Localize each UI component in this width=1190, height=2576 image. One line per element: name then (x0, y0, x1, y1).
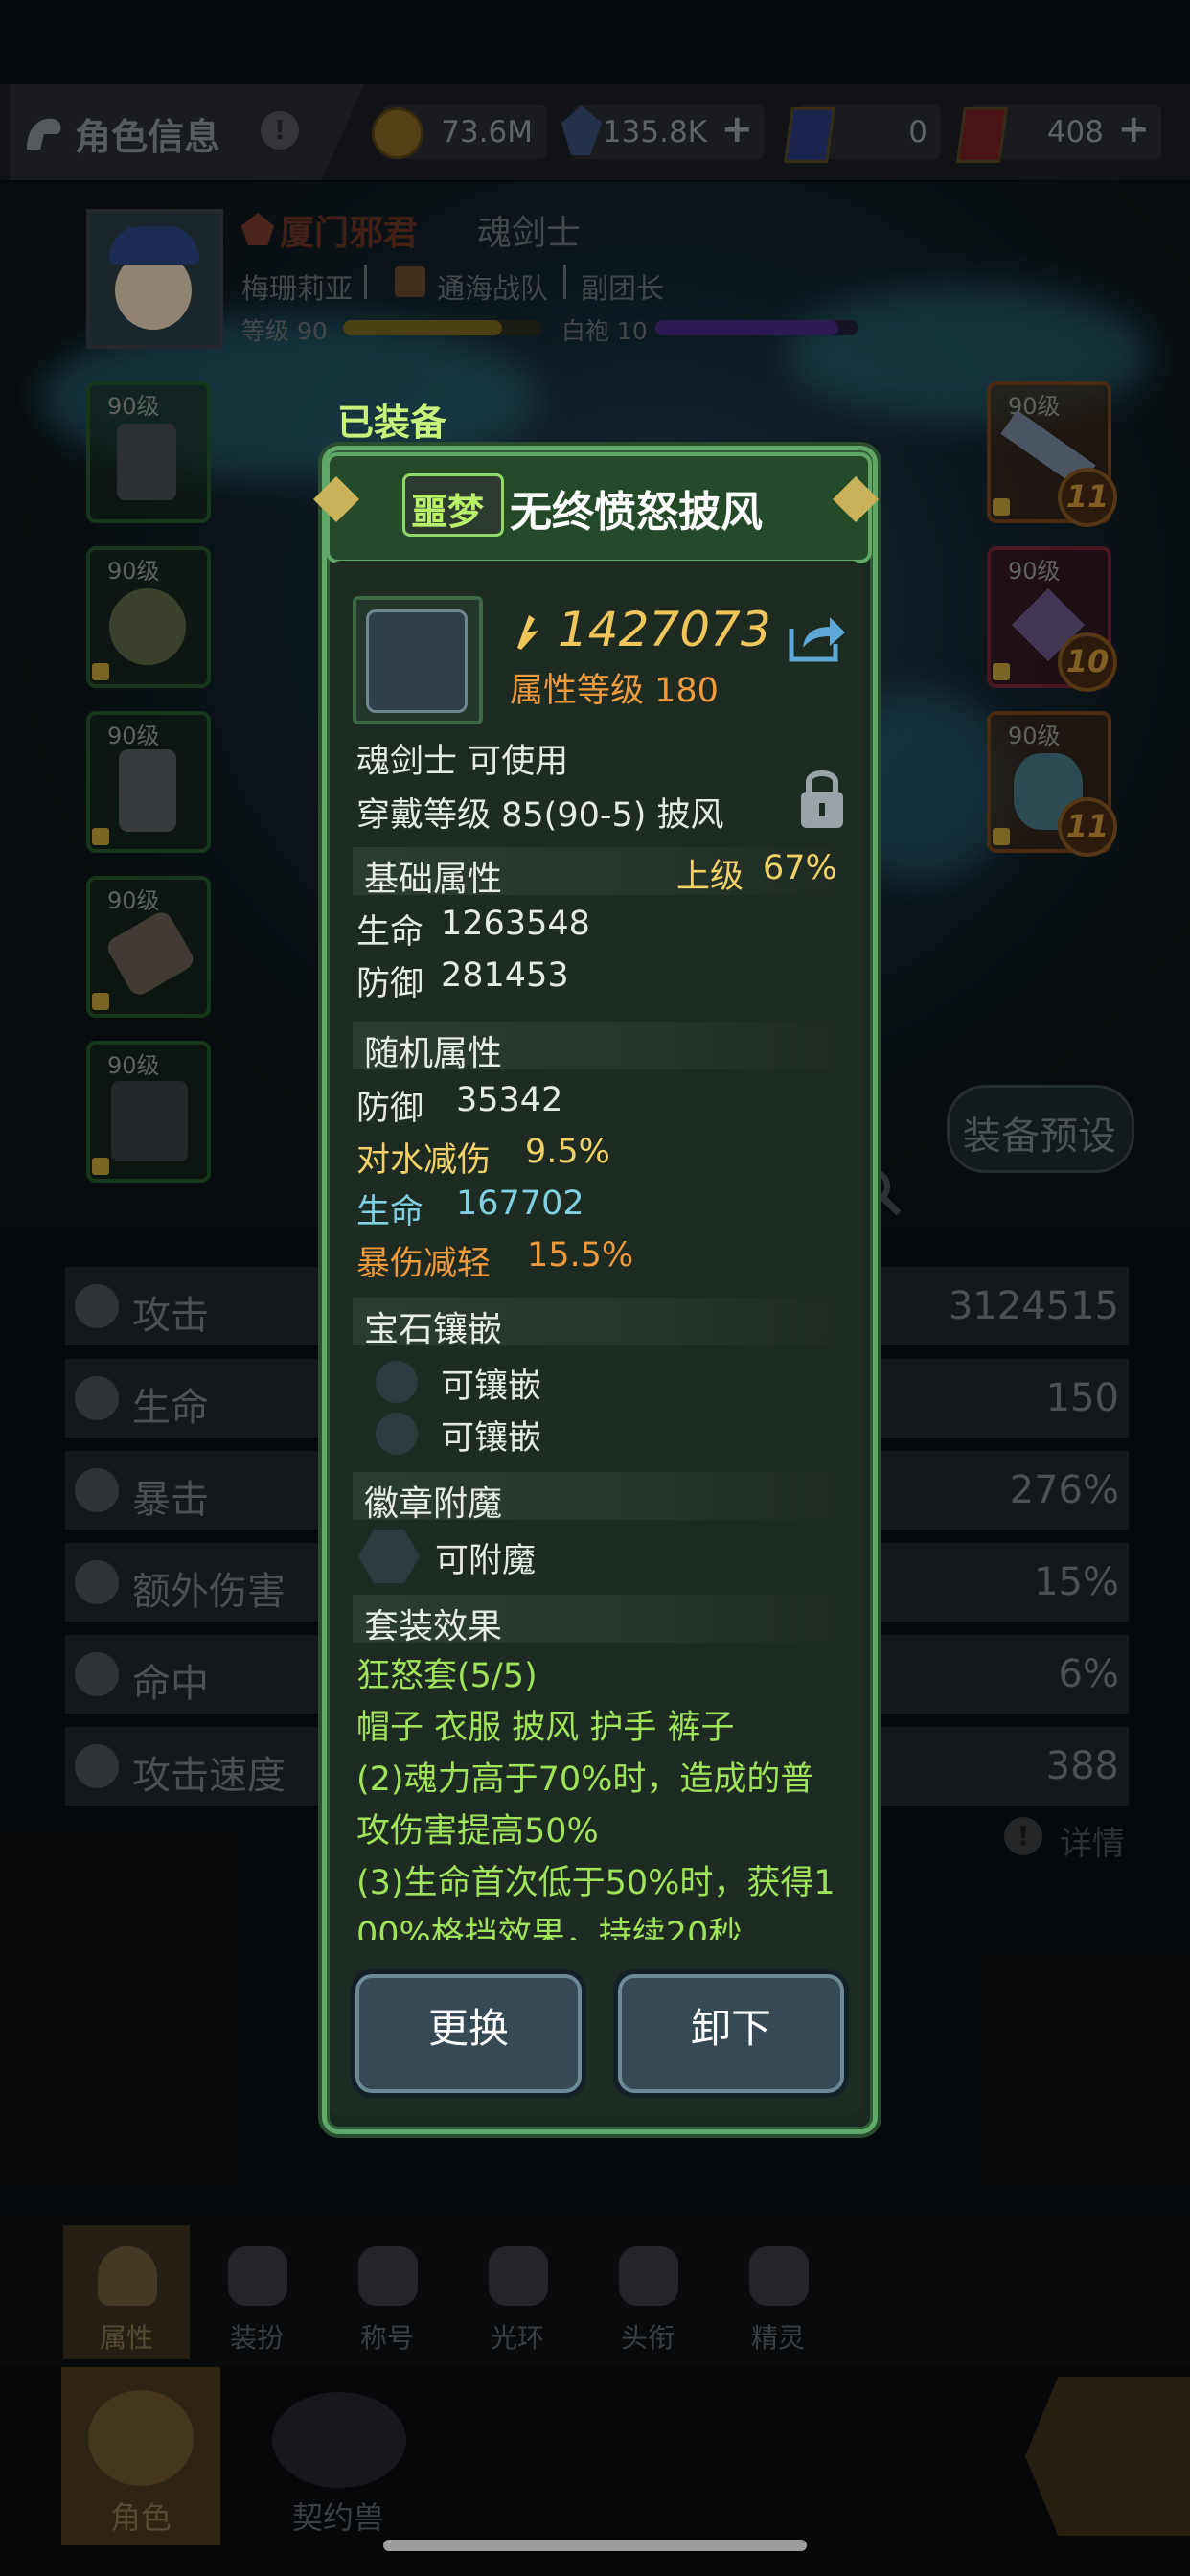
section-gem: 宝石镶嵌 (353, 1298, 835, 1349)
unequip-button[interactable]: 卸下 (613, 1969, 849, 2098)
random-stat-value: 35342 (456, 1081, 563, 1119)
random-stat-name: 对水减伤 (356, 1141, 492, 1180)
gem-socket-icon[interactable] (376, 1361, 418, 1403)
section-emblem: 徽章附魔 (353, 1472, 835, 1524)
set-line: 狂怒套(5/5) (356, 1657, 538, 1695)
basic-stat-name: 生命 (356, 913, 424, 952)
section-title: 宝石镶嵌 (364, 1310, 503, 1349)
basic-stat-value: 1263548 (441, 905, 590, 943)
item-power: 1427073 (558, 602, 771, 657)
set-effect-scroll[interactable]: 狂怒套(5/5) 帽子 衣服 披风 护手 裤子 (2)魂力高于70%时，造成的普… (356, 1650, 845, 1940)
basic-percent: 67% (763, 849, 837, 887)
random-stat-value: 167702 (456, 1184, 584, 1223)
unequip-button-label: 卸下 (690, 2005, 771, 2052)
set-line: 攻伤害提高50% (356, 1812, 599, 1851)
basic-grade: 上级 (676, 858, 744, 896)
item-icon-frame (353, 596, 483, 724)
section-title: 套装效果 (364, 1607, 503, 1646)
random-stat-name: 防御 (356, 1090, 424, 1128)
attribute-level: 属性等级 180 (510, 672, 719, 710)
cape-item-icon (366, 610, 468, 713)
share-icon[interactable] (788, 610, 847, 663)
set-line: (2)魂力高于70%时，造成的普 (356, 1760, 814, 1799)
equipped-tag: 已装备 (333, 393, 462, 447)
random-stat-value: 9.5% (525, 1133, 610, 1171)
equipped-tag-label: 已装备 (337, 402, 447, 444)
gem-slot-label: 可镶嵌 (441, 1419, 542, 1458)
section-random: 随机属性 (353, 1022, 835, 1073)
random-stat-name: 暴伤减轻 (356, 1245, 492, 1283)
gem-slot-label: 可镶嵌 (441, 1368, 542, 1406)
basic-stat-value: 281453 (441, 956, 569, 995)
item-name: 无终愤怒披风 (510, 488, 763, 537)
random-stat-value: 15.5% (527, 1236, 634, 1275)
emblem-slot-label: 可附魔 (435, 1542, 537, 1580)
section-set: 套装效果 (353, 1595, 835, 1646)
set-line: (3)生命首次低于50%时，获得1 (356, 1864, 835, 1902)
random-stat-name: 生命 (356, 1193, 424, 1231)
basic-stat-name: 防御 (356, 965, 424, 1003)
replace-button-label: 更换 (427, 2005, 509, 2052)
power-icon (517, 615, 538, 650)
section-title: 徽章附魔 (364, 1484, 503, 1524)
replace-button[interactable]: 更换 (351, 1969, 586, 2098)
section-title: 基础属性 (364, 860, 503, 899)
set-line: 帽子 衣服 披风 护手 裤子 (356, 1709, 735, 1747)
quality-label: 噩梦 (411, 491, 485, 533)
set-line: 00%格挡效果，持续20秒 (356, 1916, 743, 1940)
wear-level: 穿戴等级 85(90-5) 披风 (356, 796, 724, 835)
section-title: 随机属性 (364, 1034, 503, 1073)
usable-class: 魂剑士 可使用 (356, 743, 569, 781)
quality-badge: 噩梦 (402, 473, 504, 537)
gem-socket-icon[interactable] (376, 1413, 418, 1455)
lock-icon[interactable] (793, 763, 851, 832)
